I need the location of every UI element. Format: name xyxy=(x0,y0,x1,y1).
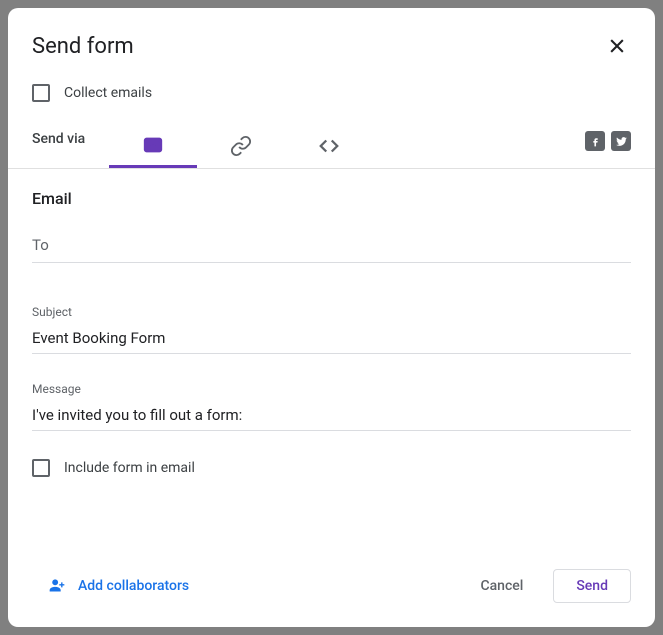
add-person-icon xyxy=(46,575,68,597)
subject-input[interactable] xyxy=(32,323,631,354)
message-label: Message xyxy=(32,382,631,396)
facebook-icon xyxy=(589,135,602,148)
message-field-group: Message xyxy=(32,382,631,431)
embed-icon xyxy=(318,135,340,157)
email-section-title: Email xyxy=(32,189,631,208)
dialog-header: Send form xyxy=(8,8,655,60)
dialog-title: Send form xyxy=(32,34,134,59)
add-collaborators-label: Add collaborators xyxy=(78,578,189,594)
twitter-icon xyxy=(615,135,628,148)
include-form-row: Include form in email xyxy=(32,459,631,477)
social-share xyxy=(585,131,631,161)
collect-emails-checkbox[interactable] xyxy=(32,84,50,102)
message-input[interactable] xyxy=(32,400,631,431)
subject-label: Subject xyxy=(32,305,631,319)
subject-field-group: Subject xyxy=(32,305,631,354)
email-icon xyxy=(142,134,164,156)
twitter-share-button[interactable] xyxy=(611,131,631,151)
include-form-checkbox[interactable] xyxy=(32,459,50,477)
tab-email[interactable] xyxy=(109,124,197,168)
close-button[interactable] xyxy=(603,32,631,60)
add-collaborators-button[interactable]: Add collaborators xyxy=(46,575,189,597)
tab-embed[interactable] xyxy=(285,124,373,168)
include-form-label: Include form in email xyxy=(64,460,195,476)
close-icon xyxy=(607,36,627,56)
facebook-share-button[interactable] xyxy=(585,131,605,151)
tab-link[interactable] xyxy=(197,124,285,168)
send-via-label: Send via xyxy=(32,131,85,161)
send-form-dialog: Send form Collect emails Send via xyxy=(8,8,655,627)
collect-emails-label: Collect emails xyxy=(64,85,152,101)
link-icon xyxy=(230,135,252,157)
email-section: Email To Subject Message Include form in… xyxy=(8,169,655,551)
send-via-tabs: Send via xyxy=(8,124,655,169)
dialog-footer: Add collaborators Cancel Send xyxy=(8,551,655,627)
send-button[interactable]: Send xyxy=(553,569,631,603)
cancel-button[interactable]: Cancel xyxy=(458,570,545,602)
collect-emails-row: Collect emails xyxy=(8,60,655,110)
to-field-label[interactable]: To xyxy=(32,236,631,263)
